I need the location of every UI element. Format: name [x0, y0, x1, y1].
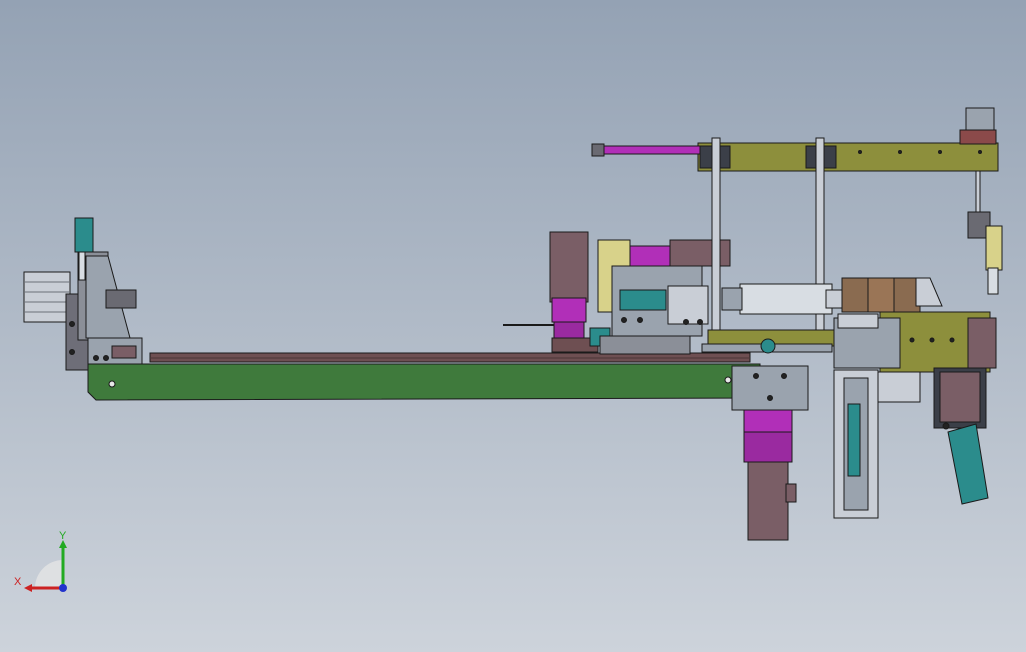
small-magenta-cap [629, 245, 673, 267]
triad-graphic [24, 540, 67, 592]
magenta-motor-upper [551, 297, 587, 323]
lower-drive[interactable] [731, 365, 809, 541]
mid-bolt-3 [683, 319, 689, 325]
copper-jaw-1 [841, 277, 869, 313]
x-axis-arrowhead [24, 584, 32, 592]
machine-assembly-model[interactable] [0, 0, 1026, 652]
magenta-rod [591, 145, 701, 155]
lower-bolt-1 [753, 373, 759, 379]
upper-mauve-block [669, 239, 731, 267]
mid-bolt-1 [621, 317, 627, 323]
vertical-teal-rail [847, 403, 861, 477]
x-axis-label: X [14, 576, 22, 588]
magenta-motor-lower [553, 321, 585, 341]
gantry-bolt-3 [938, 150, 942, 154]
green-base-plate[interactable] [87, 363, 761, 401]
middle-station[interactable] [549, 231, 731, 355]
right-end-block [967, 317, 997, 369]
lower-bolt-3 [767, 395, 773, 401]
teal-cylinder [619, 289, 667, 311]
left-post [78, 251, 86, 281]
base-hole-1 [108, 380, 116, 388]
mid-bolt-2 [637, 317, 643, 323]
lower-grey-block [731, 365, 809, 411]
hanging-gripper [985, 225, 1003, 271]
lower-magenta-bottom [743, 431, 793, 463]
left-teal-block [74, 217, 94, 253]
left-bolt-1 [69, 321, 75, 327]
right-bolt-3 [949, 337, 955, 343]
left-cylinder [23, 271, 71, 323]
left-bolt-3 [93, 355, 99, 361]
center-clamp [667, 285, 709, 325]
right-station[interactable] [833, 311, 997, 519]
rod-end [591, 143, 605, 157]
triad-xy-plane [35, 560, 63, 588]
hanging-rod [975, 170, 981, 216]
base-hole-2 [724, 376, 732, 384]
left-bolt-2 [69, 349, 75, 355]
gantry-top-red [959, 129, 997, 145]
right-bolt-1 [909, 337, 915, 343]
orientation-triad: Y X [10, 530, 80, 600]
left-foot-block [111, 345, 137, 359]
spindle-nose [825, 289, 843, 309]
lower-mauve-motor [747, 461, 789, 541]
guide-rod-left [711, 137, 721, 335]
round-motor [877, 371, 921, 403]
hanging-tip [987, 267, 999, 295]
gantry-bolt-1 [858, 150, 862, 154]
left-bolt-4 [103, 355, 109, 361]
right-top-block [837, 313, 879, 329]
gantry-bolt-2 [898, 150, 902, 154]
left-shaft [105, 289, 137, 309]
spindle-collar [721, 287, 743, 311]
spindle-body [739, 283, 833, 315]
spindle-assembly[interactable] [721, 277, 943, 315]
carriage-knob [760, 338, 776, 354]
copper-jaw-2 [867, 277, 895, 313]
lower-motor-tab [785, 483, 797, 503]
cad-viewport[interactable]: Y X [0, 0, 1026, 652]
z-axis-dot [59, 584, 67, 592]
mid-bolt-4 [697, 319, 703, 325]
right-bolt-4 [942, 422, 950, 430]
left-end-station[interactable] [23, 217, 143, 371]
jaw-wedge [915, 277, 943, 307]
y-axis-label: Y [59, 530, 67, 542]
right-bolt-2 [929, 337, 935, 343]
lower-bolt-2 [781, 373, 787, 379]
gantry-beam [697, 142, 999, 172]
middle-base-block [599, 335, 691, 355]
right-hanging-clamp [939, 371, 981, 423]
lower-magenta-top [743, 409, 793, 433]
teal-angled-cylinder [947, 423, 989, 505]
tall-mauve-column [549, 231, 589, 303]
gantry-bolt-4 [978, 150, 982, 154]
